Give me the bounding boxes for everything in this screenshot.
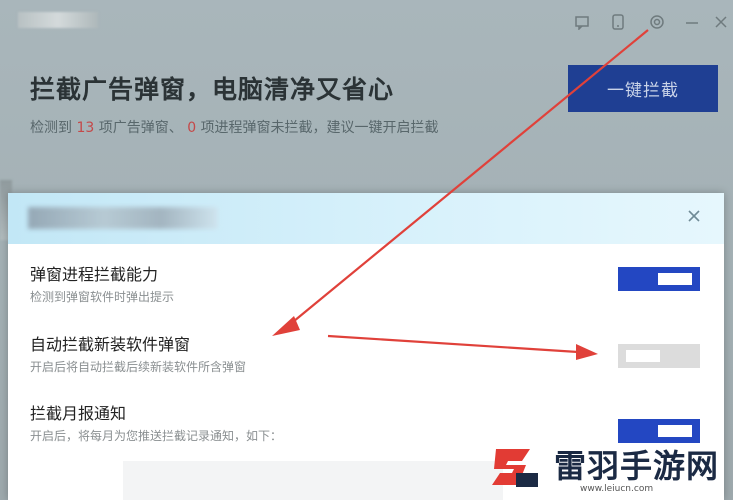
scan-summary: 检测到 13 项广告弹窗、 0 项进程弹窗未拦截，建议一键开启拦截 [30,120,439,136]
toggle-knob [626,350,660,362]
one-click-block-button[interactable]: 一键拦截 [568,65,718,112]
toggle-auto-block-new-software[interactable] [618,344,700,368]
watermark-url: www.leiucn.com [580,484,654,494]
app-title-blurred [18,12,98,28]
dialog-title-blurred [28,207,218,229]
minimize-icon[interactable] [684,14,700,30]
feedback-icon[interactable] [574,14,590,31]
dialog-header [8,193,724,244]
toggle-knob [658,425,692,437]
option-title-process-block: 弹窗进程拦截能力 [30,265,159,284]
close-icon[interactable] [713,14,729,30]
watermark: 雷羽手游网 www.leiucn.com [478,437,728,497]
option-title-auto-block-new-software: 自动拦截新装软件弹窗 [30,335,191,354]
page-title: 拦截广告弹窗，电脑清净又省心 [30,75,395,104]
brand-logo-icon [492,449,538,487]
phone-icon[interactable] [610,14,626,30]
settings-icon[interactable] [649,14,665,30]
option-desc-monthly-report: 开启后，将每月为您推送拦截记录通知，如下： [30,429,283,443]
watermark-brand: 雷羽手游网 [554,447,720,485]
option-title-monthly-report: 拦截月报通知 [30,404,127,423]
toggle-knob [658,273,692,285]
option-desc-process-block: 检测到弹窗软件时弹出提示 [30,290,175,304]
monthly-report-preview [123,461,503,500]
toggle-process-block[interactable] [618,267,700,291]
dialog-close-icon[interactable] [684,207,704,227]
ad-popup-count: 13 [76,120,95,136]
title-bar [0,0,733,44]
option-desc-auto-block-new-software: 开启后将自动拦截后续新装软件所含弹窗 [30,360,247,374]
process-popup-count: 0 [187,120,197,136]
